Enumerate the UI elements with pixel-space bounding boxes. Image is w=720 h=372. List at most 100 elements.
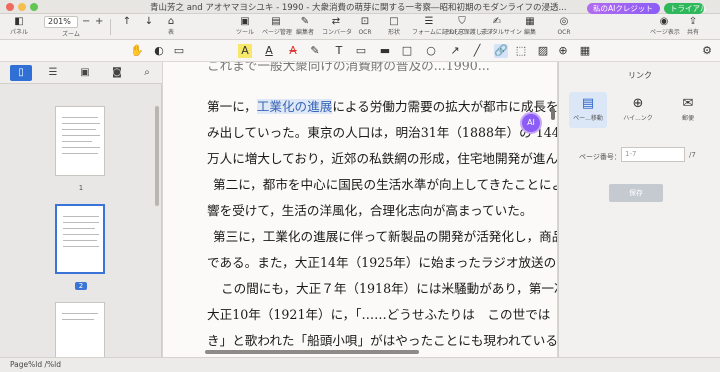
pen-icon[interactable]: ✎ — [308, 44, 322, 58]
link-icon[interactable]: 🔗 — [494, 44, 508, 58]
search-icon[interactable]: ⌕ — [136, 65, 158, 81]
hand-icon[interactable]: ✋ — [130, 44, 144, 58]
toolbar-item-label: ページ表示 — [650, 29, 680, 36]
doc-text-line: である。また，大正14年（1925年）に始まったラジオ放送の影響 — [207, 252, 557, 271]
toolbar-item-0[interactable]: ↑ — [118, 14, 136, 40]
page-thumbnail[interactable] — [55, 106, 105, 176]
circle-icon[interactable]: ○ — [424, 44, 438, 58]
arrow-down-icon: ↓ — [144, 16, 154, 27]
panel-button[interactable]: ◧ パネル — [4, 14, 34, 40]
toolbar-item-label: 編集 — [523, 29, 536, 36]
toolbar-item-8[interactable]: □ 形状 — [382, 14, 406, 40]
toolbar-item-9[interactable]: ☰ フォームに記入して — [412, 14, 466, 40]
doc-text-line: 万人に増大しており，近郊の私鉄網の形成，住宅地開発が進んだ。 — [207, 148, 557, 167]
strikethrough-icon[interactable]: A — [286, 44, 300, 58]
toolbar-item-11[interactable]: ✍ デジタルサイン — [480, 14, 522, 40]
save-button[interactable]: 保存 — [609, 184, 663, 202]
callout-icon[interactable]: ▬ — [378, 44, 392, 58]
ai-credit-button[interactable]: 私のAIクレジット — [587, 3, 660, 14]
toolbar-item-label: 編集者 — [295, 29, 314, 36]
attachment-icon[interactable]: ▣ — [74, 65, 96, 81]
doc-text: み出していった。東京の人口は，明治31年（1888年）の 144万人か — [207, 125, 557, 140]
toolbar-item-13[interactable]: ◎ OCR — [552, 14, 576, 40]
home-icon: ⌂ — [167, 16, 175, 27]
toolbar-item-label: 形状 — [387, 29, 400, 36]
doc-text: 第一に， — [207, 99, 257, 114]
page-thumbnail[interactable] — [55, 302, 105, 358]
toolbar-item-12[interactable]: ▦ 編集 — [518, 14, 542, 40]
arrow-icon[interactable]: ↗ — [448, 44, 462, 58]
textbox-icon[interactable]: ▭ — [354, 44, 368, 58]
toolbar-item-15[interactable]: ⇪ 共有 — [682, 14, 704, 40]
doc-link-highlight[interactable]: 工業化の進展 — [256, 99, 333, 114]
toolbar-item-label: PDFを保護します — [446, 29, 494, 36]
view-icon: ◉ — [659, 16, 669, 27]
toolbar-item-3[interactable]: ▣ ツール — [232, 14, 258, 40]
minimize-window-button[interactable] — [18, 3, 26, 11]
settings-icon[interactable]: ⚙ — [700, 44, 714, 58]
mail-icon: ✉ — [682, 96, 694, 111]
ocr-icon: ◎ — [559, 16, 569, 27]
close-window-button[interactable] — [6, 3, 14, 11]
link-option-label: ペー...移動 — [573, 115, 603, 122]
toolbar-item-2[interactable]: ⌂ 表 — [160, 14, 182, 40]
document-scrollbar-horizontal[interactable] — [205, 350, 419, 354]
doc-text: である。また，大正14年（1925年）に始まったラジオ放送の影響 — [207, 255, 557, 270]
toolbar-item-label: デジタルサイン — [480, 29, 522, 36]
link-option-page[interactable]: ▤ ペー...移動 — [569, 92, 607, 128]
stamp-icon[interactable]: ⊕ — [556, 44, 570, 58]
toolbox-icon: ▣ — [240, 16, 250, 27]
underline-icon[interactable]: A — [262, 44, 276, 58]
zoom-label: ズーム — [62, 31, 80, 38]
document-view[interactable]: これまで一般大衆向けの消費財の普及の...1990... 第一に，工業化の進展に… — [163, 62, 557, 357]
link-panel: リンク ▤ ペー...移動 ⊕ ハイ...ンク ✉ 郵便 ページ番号： 1-7 … — [558, 62, 720, 357]
list-icon[interactable]: ☰ — [42, 65, 64, 81]
page-thumbnail-icon[interactable]: ▯ — [10, 65, 32, 81]
doc-line-top: これまで一般大衆向けの消費財の普及の...1990... — [207, 62, 490, 73]
text-icon[interactable]: T — [332, 44, 346, 58]
maximize-window-button[interactable] — [30, 3, 38, 11]
share-icon: ⇪ — [688, 16, 698, 27]
window-title: 青山芳之 and アオヤマヨシユキ - 1990 - 大衆消費の萌芽に関する一考… — [150, 3, 570, 13]
camera-icon[interactable]: ◙ — [106, 65, 128, 81]
zoom-out-button[interactable]: − — [82, 16, 90, 27]
image-icon[interactable]: ▨ — [536, 44, 550, 58]
toolbar-item-14[interactable]: ◉ ページ表示 — [650, 14, 680, 40]
thumbnail-sidebar: ▯ ☰ ▣ ◙ ⌕ 1 2 — [0, 62, 162, 358]
web-link-icon: ⊕ — [632, 96, 644, 111]
ai-assistant-button[interactable]: AI — [520, 112, 542, 134]
toolbar-item-4[interactable]: ▤ ページ管理 — [262, 14, 292, 40]
doc-text: き」と歌われた「船頭小唄」がはやったことにも現われているよう — [207, 333, 557, 348]
line-icon[interactable]: ╱ — [470, 44, 484, 58]
table-icon[interactable]: ▦ — [578, 44, 592, 58]
form-icon: ☰ — [424, 16, 434, 27]
sidebar-scrollbar[interactable] — [155, 106, 159, 206]
doc-text-line: 響を受けて，生活の洋風化，合理化志向が高まっていた。 — [207, 200, 532, 219]
area-icon[interactable]: ⬚ — [514, 44, 528, 58]
rectangle-icon[interactable]: □ — [400, 44, 414, 58]
zoom-in-button[interactable]: + — [95, 16, 103, 27]
doc-text-line: この間にも，大正７年（1918年）には米騒動があり，第一次世界 — [221, 278, 557, 297]
highlight-icon[interactable]: A — [238, 44, 252, 58]
select-icon[interactable]: ◐ — [152, 44, 166, 58]
link-option-mail[interactable]: ✉ 郵便 — [669, 92, 707, 128]
main-toolbar: ◧ パネル 201% − + ズーム ↑ ↓ ⌂ 表 ▣ ツール ▤ ページ管理 ✎ 編集者 ⇄ コン… — [0, 14, 720, 40]
page-thumbnail-selected[interactable] — [55, 204, 105, 274]
toolbar-item-5[interactable]: ✎ 編集者 — [292, 14, 318, 40]
link-option-web[interactable]: ⊕ ハイ...ンク — [619, 92, 657, 128]
doc-text: 響を受けて，生活の洋風化，合理化志向が高まっていた。 — [207, 203, 533, 218]
toolbar-item-label: OCR — [358, 29, 372, 36]
toolbar-item-10[interactable]: ⛉ PDFを保護します — [446, 14, 494, 40]
zoom-input[interactable]: 201% — [44, 16, 78, 28]
toolbar-item-7[interactable]: ⊡ OCR — [352, 14, 378, 40]
trial-button[interactable]: トライアル — [664, 3, 707, 14]
toolbar-divider — [110, 19, 111, 35]
doc-text-line: 第三に，工業化の進展に伴って新製品の開発が活発化し，商品供 — [213, 226, 557, 245]
document-scrollbar-vertical[interactable] — [551, 108, 555, 120]
toolbar-item-6[interactable]: ⇄ コンバータ — [322, 14, 352, 40]
page-number-input[interactable]: 1-7 — [621, 147, 685, 162]
comment-icon[interactable]: ▭ — [172, 44, 186, 58]
doc-text-line: み出していった。東京の人口は，明治31年（1888年）の 144万人か — [207, 122, 557, 141]
toolbar-item-1[interactable]: ↓ — [140, 14, 158, 40]
doc-text: 第三に，工業化の進展に伴って新製品の開発が活発化し，商品供 — [213, 229, 557, 244]
